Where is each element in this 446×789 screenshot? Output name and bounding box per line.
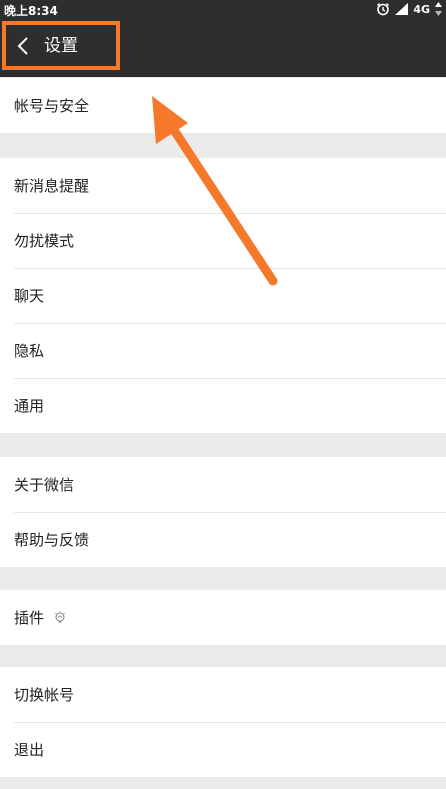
status-bar: 晚上8:34 4G: [0, 0, 446, 18]
back-button[interactable]: 设置: [2, 21, 120, 70]
menu-item-account-security[interactable]: 帐号与安全: [0, 78, 446, 133]
menu-item-label: 退出: [14, 741, 45, 759]
menu-item-label: 插件: [14, 609, 45, 627]
menu-item-label: 帮助与反馈: [14, 531, 90, 549]
alarm-icon: [377, 3, 390, 16]
menu-item-about[interactable]: 关于微信: [0, 457, 446, 512]
menu-item-privacy[interactable]: 隐私: [0, 323, 446, 378]
chevron-left-icon: [17, 37, 28, 55]
status-time: 晚上8:34: [4, 4, 58, 18]
menu-item-switch-account[interactable]: 切换帐号: [0, 667, 446, 722]
menu-item-label: 关于微信: [14, 476, 75, 494]
group-about: 关于微信 帮助与反馈: [0, 457, 446, 567]
menu-item-label: 帐号与安全: [14, 97, 90, 115]
menu-item-label: 通用: [14, 397, 45, 415]
status-icons: 4G: [376, 1, 442, 17]
menu-item-label: 切换帐号: [14, 686, 75, 704]
data-arrows-icon: [435, 2, 442, 16]
group-account-actions: 切换帐号 退出: [0, 667, 446, 777]
group-account: 帐号与安全: [0, 78, 446, 133]
menu-item-logout[interactable]: 退出: [0, 722, 446, 777]
group-plugins: 插件: [0, 590, 446, 645]
menu-item-label: 隐私: [14, 342, 45, 360]
signal-icon: [395, 3, 409, 15]
menu-item-chat[interactable]: 聊天: [0, 268, 446, 323]
menu-item-help-feedback[interactable]: 帮助与反馈: [0, 512, 446, 567]
menu-item-label: 聊天: [14, 287, 45, 305]
network-type: 4G: [413, 2, 430, 16]
menu-item-label: 勿扰模式: [14, 232, 75, 250]
menu-item-notifications[interactable]: 新消息提醒: [0, 158, 446, 213]
page-title: 设置: [44, 36, 78, 56]
bulb-icon: [54, 611, 66, 623]
group-settings: 新消息提醒 勿扰模式 聊天 隐私 通用: [0, 158, 446, 433]
menu-item-general[interactable]: 通用: [0, 378, 446, 433]
menu-item-label: 新消息提醒: [14, 177, 90, 195]
menu-item-plugins[interactable]: 插件: [0, 590, 446, 645]
menu-item-do-not-disturb[interactable]: 勿扰模式: [0, 213, 446, 268]
title-bar: 设置: [0, 18, 446, 77]
